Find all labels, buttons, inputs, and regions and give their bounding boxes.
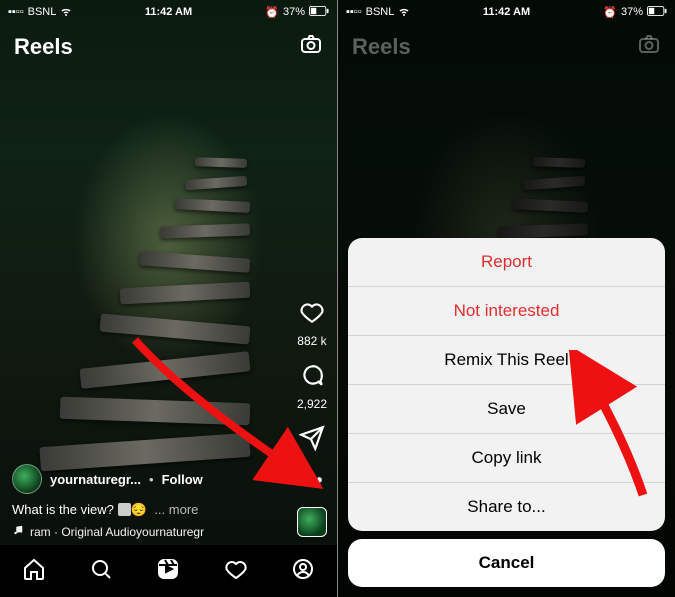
action-sheet-overlay[interactable]: Report Not interested Remix This Reel Sa… <box>338 0 675 597</box>
page-title: Reels <box>14 34 73 60</box>
phone-left: ▪▪▫▫ BSNL 11:42 AM ⏰ 37% Reels 882 k 2,9… <box>0 0 337 597</box>
nav-activity[interactable] <box>224 557 248 586</box>
reels-header: Reels <box>0 26 337 67</box>
comment-icon <box>299 362 325 393</box>
sheet-item-report[interactable]: Report <box>348 238 665 286</box>
audio-text: ram · Original Audioyournaturegr <box>30 525 204 539</box>
action-rail: 882 k 2,922 ••• <box>297 299 327 491</box>
more-button[interactable]: ••• <box>300 470 325 491</box>
sheet-item-save[interactable]: Save <box>348 384 665 433</box>
audio-row[interactable]: ram · Original Audioyournaturegr <box>12 524 277 539</box>
caption-text: What is the view? <box>12 502 114 517</box>
music-note-icon <box>12 524 24 539</box>
username-label[interactable]: yournaturegr... <box>50 472 141 487</box>
comment-button[interactable]: 2,922 <box>297 362 327 411</box>
nav-profile[interactable] <box>291 557 315 586</box>
caption-more[interactable]: ... more <box>154 502 198 517</box>
like-count: 882 k <box>297 334 326 348</box>
phone-right: ▪▪▫▫ BSNL 11:42 AM ⏰ 37% Reels Report No… <box>338 0 675 597</box>
emoji-placeholder <box>118 503 131 516</box>
more-icon: ••• <box>300 470 325 491</box>
avatar[interactable] <box>12 464 42 494</box>
bottom-nav <box>0 545 337 597</box>
paper-plane-icon <box>299 425 325 456</box>
clock: 11:42 AM <box>0 6 337 18</box>
follow-button[interactable]: Follow <box>162 472 203 487</box>
nav-search[interactable] <box>89 557 113 586</box>
action-sheet: Report Not interested Remix This Reel Sa… <box>348 238 665 531</box>
comment-count: 2,922 <box>297 397 327 411</box>
nav-reels[interactable] <box>156 557 180 586</box>
sheet-item-copy-link[interactable]: Copy link <box>348 433 665 482</box>
status-bar: ▪▪▫▫ BSNL 11:42 AM ⏰ 37% <box>0 0 337 22</box>
camera-button[interactable] <box>299 32 323 61</box>
sheet-item-remix[interactable]: Remix This Reel <box>348 335 665 384</box>
caption[interactable]: What is the view? 😔 ... more <box>12 502 277 518</box>
heart-icon <box>299 299 325 330</box>
emoji-sleepy: 😔 <box>131 502 147 517</box>
sheet-cancel-button[interactable]: Cancel <box>348 539 665 587</box>
sheet-item-not-interested[interactable]: Not interested <box>348 286 665 335</box>
sheet-item-share-to[interactable]: Share to... <box>348 482 665 531</box>
separator-dot: • <box>149 472 154 487</box>
like-button[interactable]: 882 k <box>297 299 326 348</box>
audio-thumbnail[interactable] <box>297 507 327 537</box>
reel-meta: yournaturegr... • Follow What is the vie… <box>12 464 277 539</box>
share-button[interactable] <box>299 425 325 456</box>
nav-home[interactable] <box>22 557 46 586</box>
